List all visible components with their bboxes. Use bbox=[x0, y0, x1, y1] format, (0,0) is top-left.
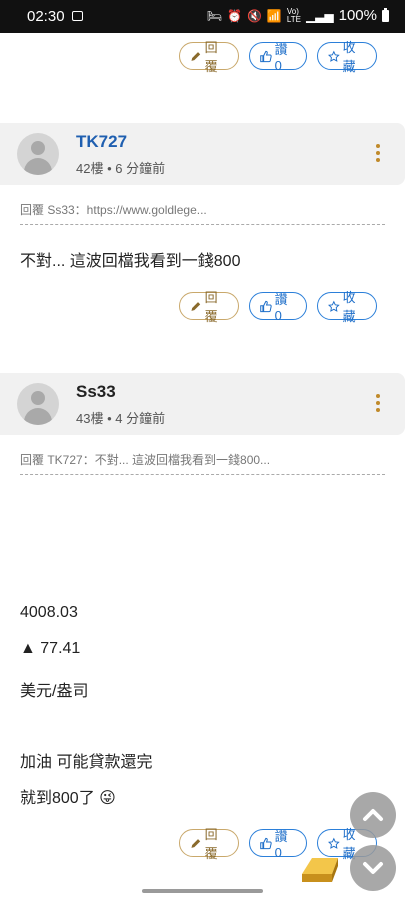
battery-icon bbox=[382, 7, 389, 22]
like-button[interactable]: 讚 0 bbox=[249, 42, 307, 73]
star-icon bbox=[328, 300, 340, 312]
avatar[interactable] bbox=[17, 133, 59, 175]
quoted-reply[interactable]: 回覆 Ss33：https://www.goldlege... bbox=[20, 201, 385, 225]
image-icon bbox=[72, 11, 83, 21]
like-label: 讚 0 bbox=[274, 292, 288, 323]
favorite-button[interactable]: 收藏 bbox=[317, 40, 377, 74]
post-meta: 43樓 • 4 分鐘前 bbox=[76, 411, 166, 426]
scroll-down-button[interactable] bbox=[350, 845, 396, 891]
reply-label: 回覆 bbox=[204, 827, 218, 861]
reply-button[interactable]: 回覆 bbox=[179, 290, 239, 324]
star-icon bbox=[328, 50, 340, 62]
home-indicator[interactable] bbox=[142, 889, 263, 893]
like-label: 讚 0 bbox=[274, 42, 288, 73]
gold-price: 4008.03 bbox=[20, 604, 78, 621]
like-button[interactable]: 讚 0 bbox=[249, 292, 307, 323]
price-unit: 美元/盎司 bbox=[20, 683, 89, 700]
hotel-icon: 🛏 bbox=[206, 8, 222, 23]
username[interactable]: TK727 bbox=[76, 132, 127, 152]
pencil-icon bbox=[191, 301, 201, 311]
favorite-label: 收藏 bbox=[342, 40, 356, 74]
price-change: ▲ 77.41 bbox=[20, 640, 81, 657]
like-label: 讚 0 bbox=[274, 829, 288, 860]
avatar[interactable] bbox=[17, 383, 59, 425]
post-content-line: 加油 可能貸款還完 bbox=[20, 754, 153, 771]
more-options-icon[interactable] bbox=[376, 144, 380, 162]
post-content-line: 就到800了 😜 bbox=[20, 790, 116, 807]
star-icon bbox=[328, 837, 340, 849]
status-time: 02:30 bbox=[27, 8, 65, 25]
scroll-up-button[interactable] bbox=[350, 792, 396, 838]
thumbs-up-icon bbox=[260, 837, 272, 849]
pencil-icon bbox=[191, 838, 201, 848]
mute-icon: 🔇 bbox=[246, 8, 262, 23]
status-icons: 🛏 ⏰ 🔇 📶 Vo) LTE ▁▃▅ 100% bbox=[207, 7, 389, 24]
post-header: TK727 42樓 • 6 分鐘前 bbox=[0, 123, 405, 185]
favorite-button[interactable]: 收藏 bbox=[317, 290, 377, 324]
username[interactable]: Ss33 bbox=[76, 382, 116, 402]
post-meta: 42樓 • 6 分鐘前 bbox=[76, 161, 166, 176]
reply-button[interactable]: 回覆 bbox=[179, 40, 239, 74]
thumbs-up-icon bbox=[260, 50, 272, 62]
post-actions: 回覆 讚 0 收藏 bbox=[179, 290, 377, 324]
pencil-icon bbox=[191, 51, 201, 61]
alarm-icon: ⏰ bbox=[227, 8, 242, 23]
wifi-icon: 📶 bbox=[266, 8, 282, 23]
volte-icon: Vo) LTE bbox=[286, 6, 301, 24]
favorite-label: 收藏 bbox=[342, 290, 356, 324]
post-content-line: 不對... 這波回檔我看到一錢800 bbox=[20, 253, 241, 270]
post-actions: 回覆 讚 0 收藏 bbox=[179, 827, 377, 861]
more-options-icon[interactable] bbox=[376, 394, 380, 412]
reply-button[interactable]: 回覆 bbox=[179, 827, 239, 861]
post-actions: 回覆 讚 0 收藏 bbox=[179, 40, 377, 74]
post-header: Ss33 43樓 • 4 分鐘前 bbox=[0, 373, 405, 435]
battery-text: 100% bbox=[338, 7, 377, 24]
chevron-up-icon bbox=[363, 809, 383, 821]
reply-label: 回覆 bbox=[204, 40, 218, 74]
signal-icon: ▁▃▅ bbox=[305, 8, 334, 23]
gold-bar-icon[interactable] bbox=[298, 852, 342, 884]
reply-label: 回覆 bbox=[204, 290, 218, 324]
chevron-down-icon bbox=[363, 862, 383, 874]
quoted-reply[interactable]: 回覆 TK727：不對... 這波回檔我看到一錢800... bbox=[20, 451, 385, 475]
status-bar: 02:30 🛏 ⏰ 🔇 📶 Vo) LTE ▁▃▅ 100% bbox=[0, 0, 405, 33]
thumbs-up-icon bbox=[260, 300, 272, 312]
